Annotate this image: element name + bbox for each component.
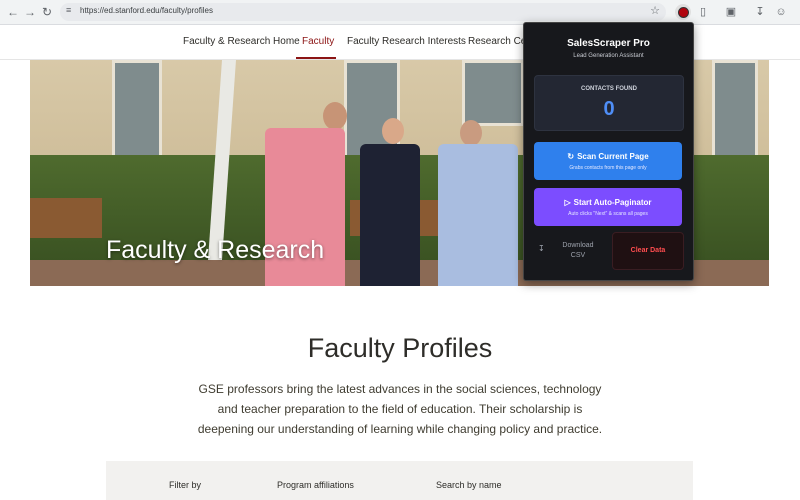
cast-icon[interactable]: ▣ <box>723 4 739 20</box>
popup-title: SalesScraper Pro <box>567 38 650 49</box>
refresh-icon: ↻ <box>567 152 575 161</box>
start-auto-paginator-button[interactable]: ▷ Start Auto-Paginator Auto clicks "Next"… <box>534 188 682 226</box>
download-label: Download <box>562 242 594 249</box>
paginator-button-description: Auto clicks "Next" & scans all pages <box>568 211 648 217</box>
program-affiliations-filter[interactable]: Program affiliations <box>277 480 354 490</box>
url-text[interactable]: https://ed.stanford.edu/faculty/profiles <box>80 6 213 15</box>
filter-bar: Filter by Program affiliations Search by… <box>106 461 693 500</box>
salesscraper-extension-icon[interactable] <box>675 4 691 20</box>
active-nav-indicator <box>296 57 336 59</box>
page-title: Faculty Profiles <box>307 333 493 363</box>
download-icon: ↧ <box>538 244 545 253</box>
scan-current-page-button[interactable]: ↻ Scan Current Page Grabs contacts from t… <box>534 142 682 180</box>
page-intro: GSE professors bring the latest advances… <box>197 382 603 436</box>
faculty-member-3 <box>438 144 518 286</box>
address-bar[interactable]: ≡ https://ed.stanford.edu/faculty/profil… <box>60 3 666 21</box>
search-by-name-filter[interactable]: Search by name <box>436 480 502 490</box>
nav-faculty[interactable]: Faculty <box>302 36 334 47</box>
contacts-found-card: CONTACTS FOUND 0 <box>534 75 684 131</box>
paginator-button-label: Start Auto-Paginator <box>573 198 652 207</box>
contacts-found-count: 0 <box>603 98 615 120</box>
scan-button-label: Scan Current Page <box>577 152 649 161</box>
nav-faculty-research-home[interactable]: Faculty & Research Home <box>183 36 300 47</box>
salesscraper-popup: SalesScraper Pro Lead Generation Assista… <box>523 22 694 281</box>
download-csv-button[interactable]: ↧ Download CSV <box>534 232 606 268</box>
download-label-csv: CSV <box>570 252 586 259</box>
bookmark-star-icon[interactable]: ☆ <box>650 4 660 17</box>
scan-button-description: Grabs contacts from this page only <box>569 165 647 171</box>
back-icon[interactable]: ← <box>5 4 21 20</box>
site-settings-icon[interactable]: ≡ <box>66 5 71 15</box>
contacts-found-label: CONTACTS FOUND <box>581 86 637 92</box>
popup-subtitle: Lead Generation Assistant <box>573 53 644 59</box>
download-icon[interactable]: ↧ <box>752 4 768 20</box>
clear-data-button[interactable]: Clear Data <box>612 232 684 270</box>
reload-icon[interactable]: ↻ <box>39 4 55 20</box>
extensions-puzzle-icon[interactable]: ▯ <box>695 4 711 20</box>
hero-title: Faculty & Research <box>106 236 325 264</box>
play-icon: ▷ <box>564 198 571 207</box>
nav-faculty-research-interests[interactable]: Faculty Research Interests <box>347 36 466 47</box>
faculty-member-2 <box>360 144 420 286</box>
filter-by-label: Filter by <box>169 480 202 490</box>
forward-icon[interactable]: → <box>22 4 38 20</box>
profile-icon[interactable]: ☺ <box>773 4 789 20</box>
